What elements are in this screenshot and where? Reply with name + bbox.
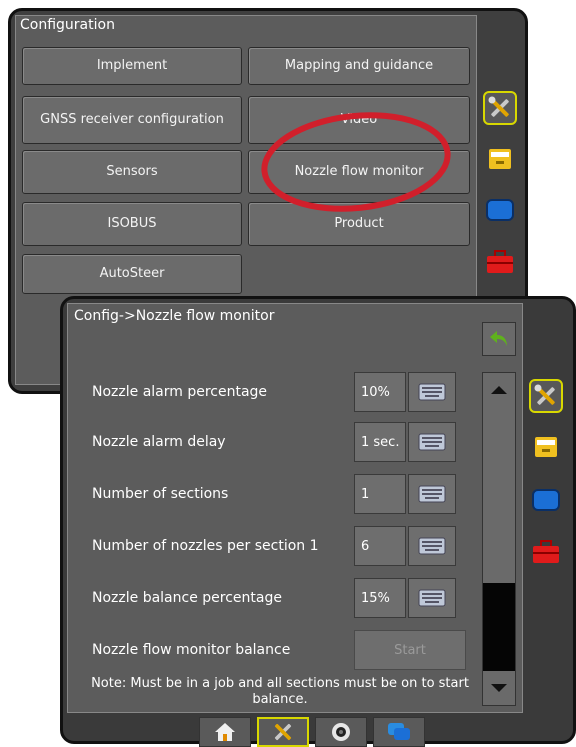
gnss-receiver-button[interactable]: GNSS receiver configuration bbox=[22, 96, 242, 144]
side-tab-toolbox[interactable] bbox=[483, 245, 517, 279]
nozzle-alarm-delay-value[interactable]: 1 sec. bbox=[354, 422, 406, 462]
chat-icon bbox=[388, 723, 410, 740]
keyboard-icon bbox=[418, 485, 446, 503]
nozzle-balance-percentage-value[interactable]: 15% bbox=[354, 578, 406, 618]
nozzles-per-section-label: Number of nozzles per section 1 bbox=[92, 538, 319, 554]
keyboard-button-alarm-percentage[interactable] bbox=[408, 372, 456, 412]
implement-button[interactable]: Implement bbox=[22, 47, 242, 85]
nozzle-alarm-delay-label: Nozzle alarm delay bbox=[92, 434, 226, 450]
toolbox-icon bbox=[487, 250, 513, 273]
drawer-icon bbox=[535, 437, 557, 457]
side-tab-tools[interactable] bbox=[483, 91, 517, 125]
arrow-up-icon bbox=[491, 386, 507, 394]
keyboard-button-nozzles-per-section[interactable] bbox=[408, 526, 456, 566]
keyboard-icon bbox=[418, 589, 446, 607]
keyboard-icon bbox=[418, 433, 446, 451]
nozzle-screen-title: Config->Nozzle flow monitor bbox=[74, 308, 275, 324]
bottom-tab-chat[interactable] bbox=[373, 717, 425, 747]
autosteer-button[interactable]: AutoSteer bbox=[22, 254, 242, 294]
scroll-thumb[interactable] bbox=[483, 583, 515, 671]
display-icon bbox=[486, 199, 514, 221]
number-of-sections-value[interactable]: 1 bbox=[354, 474, 406, 514]
keyboard-button-balance-percentage[interactable] bbox=[408, 578, 456, 618]
camera-icon bbox=[332, 723, 350, 741]
nozzles-per-section-value[interactable]: 6 bbox=[354, 526, 406, 566]
nozzle-balance-percentage-label: Nozzle balance percentage bbox=[92, 590, 282, 606]
side-tab-display-front[interactable] bbox=[529, 483, 563, 517]
keyboard-icon bbox=[418, 383, 446, 401]
bottom-tab-camera[interactable] bbox=[315, 717, 367, 747]
back-button[interactable] bbox=[482, 322, 516, 356]
tools-icon bbox=[534, 384, 555, 405]
tools-icon bbox=[274, 723, 292, 741]
start-balance-button[interactable]: Start bbox=[354, 630, 466, 670]
bottom-tab-home[interactable] bbox=[199, 717, 251, 747]
nozzle-settings-content: Config->Nozzle flow monitor Nozzle alarm… bbox=[67, 303, 523, 713]
nozzle-alarm-percentage-label: Nozzle alarm percentage bbox=[92, 384, 268, 400]
keyboard-icon bbox=[418, 537, 446, 555]
bottom-tab-tools[interactable] bbox=[257, 717, 309, 747]
keyboard-button-sections[interactable] bbox=[408, 474, 456, 514]
flow-monitor-balance-label: Nozzle flow monitor balance bbox=[92, 642, 291, 658]
nozzle-alarm-percentage-value[interactable]: 10% bbox=[354, 372, 406, 412]
home-icon bbox=[215, 723, 235, 741]
highlight-ring bbox=[261, 112, 451, 212]
side-tab-tools-front[interactable] bbox=[529, 379, 563, 413]
number-of-sections-label: Number of sections bbox=[92, 486, 229, 502]
arrow-down-icon bbox=[491, 684, 507, 692]
scrollbar[interactable] bbox=[482, 372, 516, 706]
side-tab-toolbox-front[interactable] bbox=[529, 535, 563, 569]
scroll-down-button[interactable] bbox=[483, 671, 515, 705]
sensors-button[interactable]: Sensors bbox=[22, 150, 242, 194]
balance-note: Note: Must be in a job and all sections … bbox=[91, 676, 469, 707]
toolbox-icon bbox=[533, 540, 559, 563]
keyboard-button-alarm-delay[interactable] bbox=[408, 422, 456, 462]
drawer-icon bbox=[489, 149, 511, 169]
side-tab-drawer-front[interactable] bbox=[529, 429, 563, 463]
scroll-track[interactable] bbox=[483, 407, 515, 583]
side-tab-drawer[interactable] bbox=[483, 141, 517, 175]
nozzle-flow-monitor-panel: Config->Nozzle flow monitor Nozzle alarm… bbox=[60, 296, 576, 747]
configuration-title: Configuration bbox=[20, 17, 115, 33]
back-arrow-icon bbox=[490, 331, 507, 346]
scroll-up-button[interactable] bbox=[483, 373, 515, 407]
tools-icon bbox=[488, 96, 509, 117]
mapping-guidance-button[interactable]: Mapping and guidance bbox=[248, 47, 470, 85]
side-tab-display[interactable] bbox=[483, 193, 517, 227]
isobus-button[interactable]: ISOBUS bbox=[22, 202, 242, 246]
display-icon bbox=[532, 489, 560, 511]
